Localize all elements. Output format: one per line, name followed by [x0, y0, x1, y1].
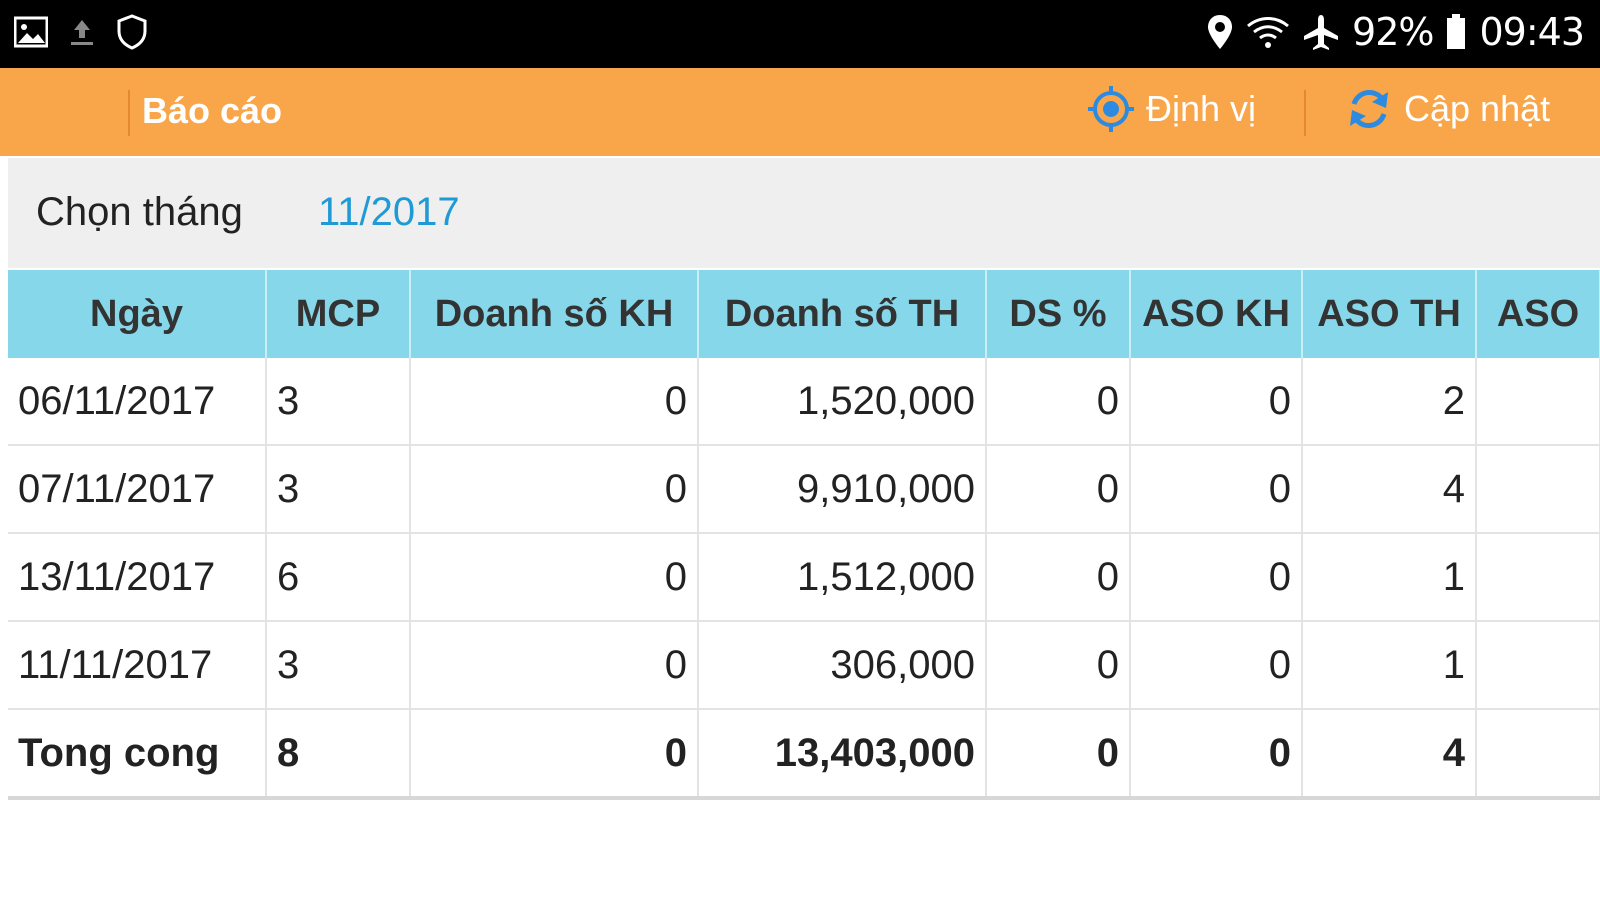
cell-sales-percent: 0	[986, 533, 1131, 622]
cell-aso-actual: 4	[1302, 445, 1477, 534]
month-filter: Chọn tháng 11/2017	[8, 158, 1600, 268]
cell-aso-actual: 1	[1302, 533, 1477, 622]
cell-date: 11/11/2017	[8, 621, 267, 710]
cell-sales-percent: 0	[986, 445, 1131, 534]
total-sales-actual: 13,403,000	[698, 709, 987, 800]
total-aso-actual: 4	[1302, 709, 1477, 800]
locate-label: Định vị	[1146, 88, 1257, 129]
report-table: Ngày MCP Doanh số KH Doanh số TH DS % AS…	[8, 270, 1600, 800]
cell-sales-plan: 0	[410, 445, 699, 534]
cell-aso-extra	[1476, 358, 1600, 446]
table-row[interactable]: 07/11/2017 3 0 9,910,000 0 0 4	[8, 445, 1600, 534]
cell-sales-actual: 9,910,000	[698, 445, 987, 534]
wifi-icon	[1246, 14, 1290, 50]
column-header-mcp: MCP	[266, 270, 411, 358]
refresh-icon	[1344, 84, 1394, 134]
total-mcp: 8	[266, 709, 411, 800]
clock-time: 09:43	[1479, 10, 1585, 54]
total-aso-extra	[1476, 709, 1600, 800]
cell-aso-actual: 2	[1302, 358, 1477, 446]
table-header-row: Ngày MCP Doanh số KH Doanh số TH DS % AS…	[8, 270, 1600, 358]
column-header-aso-actual: ASO TH	[1302, 270, 1477, 358]
toolbar-divider	[1304, 90, 1306, 136]
month-label: Chọn tháng	[36, 190, 243, 234]
table-total-row: Tong cong 8 0 13,403,000 0 0 4	[8, 709, 1600, 800]
cell-aso-plan: 0	[1130, 445, 1303, 534]
image-icon	[14, 16, 48, 48]
cell-aso-extra	[1476, 445, 1600, 534]
table-row[interactable]: 11/11/2017 3 0 306,000 0 0 1	[8, 621, 1600, 710]
total-sales-percent: 0	[986, 709, 1131, 800]
column-header-sales-actual: Doanh số TH	[698, 270, 987, 358]
cell-aso-plan: 0	[1130, 358, 1303, 446]
toolbar-divider	[128, 90, 130, 136]
app-toolbar: Báo cáo Định vị Cập nhật	[0, 68, 1600, 156]
cell-sales-percent: 0	[986, 621, 1131, 710]
airplane-icon	[1302, 13, 1340, 51]
battery-icon	[1445, 14, 1467, 50]
cell-sales-actual: 1,520,000	[698, 358, 987, 446]
shield-icon	[116, 14, 148, 50]
refresh-button[interactable]: Cập nhật	[1344, 84, 1550, 134]
table-row[interactable]: 13/11/2017 6 0 1,512,000 0 0 1	[8, 533, 1600, 622]
location-icon	[1206, 13, 1234, 51]
month-picker[interactable]: 11/2017	[318, 190, 460, 235]
total-aso-plan: 0	[1130, 709, 1303, 800]
cell-aso-actual: 1	[1302, 621, 1477, 710]
cell-aso-extra	[1476, 533, 1600, 622]
column-header-date: Ngày	[8, 270, 267, 358]
cell-date: 06/11/2017	[8, 358, 267, 446]
cell-mcp: 3	[266, 445, 411, 534]
cell-aso-extra	[1476, 621, 1600, 710]
column-header-sales-percent: DS %	[986, 270, 1131, 358]
cell-sales-percent: 0	[986, 358, 1131, 446]
locate-button[interactable]: Định vị	[1086, 84, 1256, 134]
column-header-aso-plan: ASO KH	[1130, 270, 1303, 358]
cell-sales-plan: 0	[410, 358, 699, 446]
refresh-label: Cập nhật	[1404, 88, 1551, 129]
cell-mcp: 3	[266, 621, 411, 710]
status-bar: 92% 09:43	[0, 0, 1600, 68]
cell-sales-plan: 0	[410, 533, 699, 622]
column-header-sales-plan: Doanh số KH	[410, 270, 699, 358]
cell-date: 13/11/2017	[8, 533, 267, 622]
crosshair-icon	[1086, 84, 1136, 134]
cell-sales-actual: 306,000	[698, 621, 987, 710]
total-sales-plan: 0	[410, 709, 699, 800]
cell-mcp: 3	[266, 358, 411, 446]
cell-sales-actual: 1,512,000	[698, 533, 987, 622]
page-title: Báo cáo	[142, 90, 283, 131]
upload-icon	[68, 16, 96, 48]
cell-date: 07/11/2017	[8, 445, 267, 534]
cell-mcp: 6	[266, 533, 411, 622]
cell-aso-plan: 0	[1130, 533, 1303, 622]
battery-percent: 92%	[1352, 10, 1434, 54]
cell-aso-plan: 0	[1130, 621, 1303, 710]
table-row[interactable]: 06/11/2017 3 0 1,520,000 0 0 2	[8, 358, 1600, 446]
total-label: Tong cong	[8, 709, 267, 800]
cell-sales-plan: 0	[410, 621, 699, 710]
column-header-aso-extra: ASO	[1476, 270, 1600, 358]
